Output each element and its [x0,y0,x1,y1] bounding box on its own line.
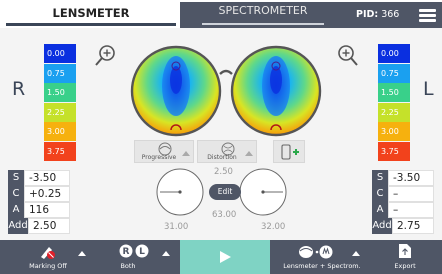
scale-step: 2.25 [44,102,76,122]
add-value: 2.50 [28,218,70,234]
axis-key: A [372,202,388,218]
chevron-up-icon [78,251,86,256]
scale-step: 0.00 [378,44,410,63]
play-icon [220,251,231,263]
scale-step: 1.50 [44,83,76,102]
start-measure-button[interactable] [180,240,270,274]
axis-key: A [8,202,24,218]
both-label: Both [120,262,136,270]
distortion-label: Distortion [207,154,237,161]
measure-mode-label: Lensmeter + Spectrom. [283,262,361,270]
sphere-row: S -3.50 [8,170,70,186]
left-axis-value: 32.00 [261,222,286,232]
center-top-value: 2.50 [214,167,233,177]
tab-spectrometer-label: SPECTROMETER [218,4,308,17]
scale-step: 2.25 [378,102,410,122]
both-eyes-button[interactable]: R L Both [96,240,176,274]
phone-add-icon [281,144,299,160]
add-row: Add 2.50 [8,218,70,234]
chevron-up-icon [182,151,190,156]
export-icon [399,244,411,258]
right-eye-values: S -3.50 C +0.25 A 116 Add 2.50 [8,170,70,234]
color-scale-right-eye: 0.00 0.75 1.50 2.25 3.00 3.75 [44,44,76,161]
lensmeter-app: LENSMETER SPECTROMETER PID: 366 R L 0.00… [0,0,442,274]
cylinder-row: C +0.25 [8,186,70,202]
add-key: Add [372,218,392,234]
scale-step: 0.00 [44,44,76,63]
sphere-value: -3.50 [388,170,434,186]
cylinder-value: – [388,186,434,202]
progressive-label: Progressive [141,154,177,161]
tab-spectrometer[interactable]: SPECTROMETER [180,2,346,28]
axis-row: A – [372,202,434,218]
measure-mode-button[interactable]: Lensmeter + Spectrom. [278,240,366,274]
both-l-text: L [139,247,145,257]
export-button[interactable]: Export [380,240,430,274]
scale-step: 0.75 [44,63,76,83]
edit-button[interactable]: Edit [209,184,241,200]
right-eye-label: R [12,78,26,100]
add-key: Add [8,218,28,234]
sphere-row: S -3.50 [372,170,434,186]
sphere-key: S [372,170,388,186]
add-phone-button[interactable] [273,140,305,163]
left-eye-label: L [423,78,434,100]
sphere-value: -3.50 [24,170,70,186]
left-eye-values: S -3.50 C – A – Add 2.75 [372,170,434,234]
marking-button[interactable]: Marking Off [8,240,88,274]
zoom-in-left-icon[interactable] [338,44,358,68]
axis-row: A 116 [8,202,70,218]
scale-step: 0.75 [378,63,410,83]
export-label: Export [394,262,416,270]
both-eyes-icon: R L [119,244,149,258]
both-r-text: R [123,247,130,257]
scale-step: 3.00 [44,122,76,141]
tab-bar: LENSMETER SPECTROMETER PID: 366 [0,0,442,28]
scale-step: 3.75 [44,141,76,161]
color-scale-left-eye: 0.00 0.75 1.50 2.25 3.00 3.75 [378,44,410,161]
sphere-key: S [8,170,24,186]
center-bottom-value: 63.00 [212,210,237,220]
scale-step: 3.00 [378,122,410,141]
right-lens-map [130,45,222,137]
cylinder-key: C [8,186,24,202]
pid-display: PID: 366 [346,2,442,28]
zoom-in-icon[interactable] [95,44,115,68]
lensmeter-spectrometer-icon [299,245,333,259]
pid-label: PID: [356,9,379,20]
chevron-up-icon [162,251,170,256]
tab-underline [202,23,324,25]
axis-value: – [388,202,434,218]
add-value: 2.75 [392,218,434,234]
distortion-mode-button[interactable]: Distortion [197,140,257,163]
scale-step: 3.75 [378,141,410,161]
chevron-up-icon [245,151,253,156]
axis-value: 116 [24,202,70,218]
cylinder-row: C – [372,186,434,202]
tab-lensmeter[interactable]: LENSMETER [6,2,176,26]
progressive-mode-button[interactable]: Progressive [134,140,194,163]
right-axis-value: 31.00 [164,222,189,232]
cylinder-key: C [372,186,388,202]
left-lens-map [230,45,322,137]
cylinder-value: +0.25 [24,186,70,202]
chevron-up-icon [352,251,360,256]
lens-power-maps [130,45,322,137]
pid-value: 366 [381,9,400,20]
marking-label: Marking Off [29,262,67,270]
scale-step: 1.50 [378,83,410,102]
marking-off-icon [41,247,55,259]
add-row: Add 2.75 [372,218,434,234]
hamburger-menu-icon[interactable] [419,9,436,23]
